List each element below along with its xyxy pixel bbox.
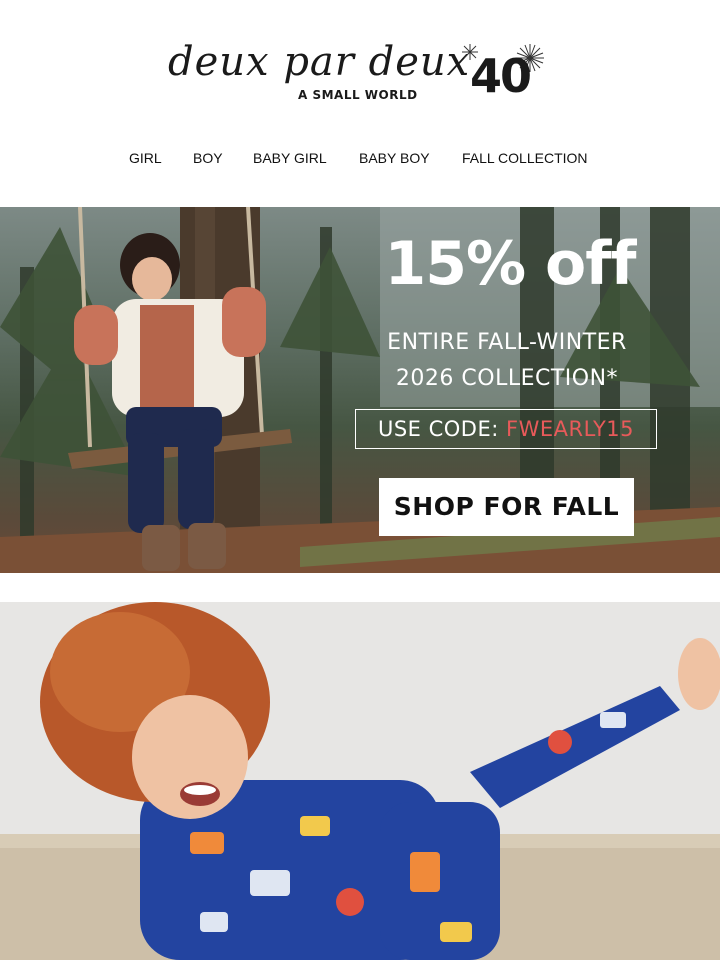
pajama-photo-image — [0, 602, 720, 960]
hero-sub-line2: 2026 COLLECTION* — [395, 366, 619, 391]
promo-code-label: USE CODE: — [377, 417, 506, 441]
main-nav: GIRL BOY BABY GIRL BABY BOY FALL COLLECT… — [0, 146, 720, 172]
pajama-photo[interactable] — [0, 602, 720, 960]
nav-boy[interactable]: BOY — [193, 150, 223, 166]
anniversary-badge: 40 — [470, 49, 532, 103]
nav-girl[interactable]: GIRL — [129, 150, 162, 166]
logo-wordmark: deux par deux — [168, 39, 471, 85]
hero-banner[interactable]: 15% off ENTIRE FALL-WINTER 2026 COLLECTI… — [0, 207, 720, 573]
brand-logo[interactable]: deux par deux A SMALL WORLD 40 — [0, 0, 720, 130]
hero-headline: 15% off — [384, 229, 637, 299]
logo-tagline: A SMALL WORLD — [298, 88, 418, 102]
shop-for-fall-button[interactable]: SHOP FOR FALL — [379, 478, 634, 536]
promo-code-box: USE CODE: FWEARLY15 — [355, 409, 657, 449]
nav-fall-collection[interactable]: FALL COLLECTION — [462, 150, 588, 166]
nav-baby-girl[interactable]: BABY GIRL — [253, 150, 327, 166]
hero-sub-line1: ENTIRE FALL-WINTER — [387, 330, 627, 355]
nav-baby-boy[interactable]: BABY BOY — [359, 150, 430, 166]
hero-subheading: ENTIRE FALL-WINTER 2026 COLLECTION* — [352, 325, 662, 397]
promo-code-value: FWEARLY15 — [506, 417, 635, 441]
